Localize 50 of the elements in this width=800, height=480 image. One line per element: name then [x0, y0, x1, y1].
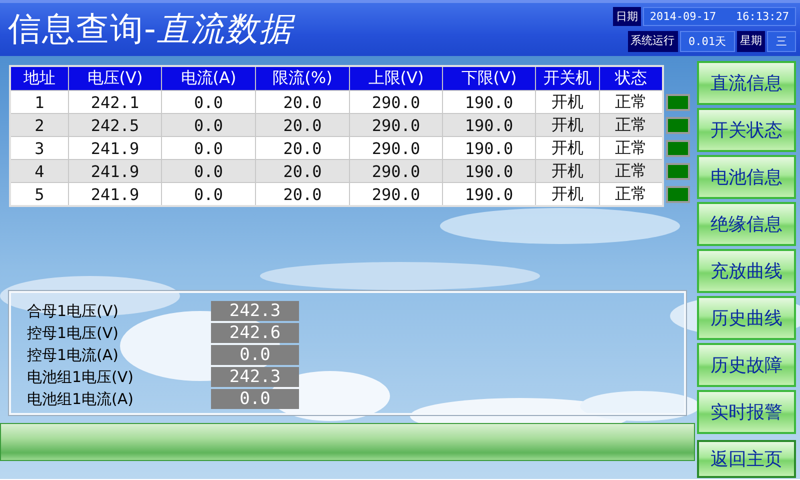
column-header: 状态 [600, 66, 663, 90]
table-cell: 开机 [536, 160, 600, 182]
nav-button[interactable]: 充放曲线 [697, 249, 796, 293]
table-cell: 190.0 [442, 114, 536, 136]
table-cell: 241.9 [68, 160, 162, 182]
table-cell: 开机 [536, 114, 600, 136]
reading-label: 控母1电压(V) [27, 324, 120, 342]
table-cell: 正常 [600, 160, 663, 182]
nav-button[interactable]: 直流信息 [697, 61, 796, 105]
column-header: 电流(A) [162, 66, 256, 90]
column-header: 下限(V) [442, 66, 536, 90]
table-cell: 0.0 [162, 114, 256, 136]
reading-label: 电池组1电流(A) [27, 390, 135, 408]
home-button[interactable]: 返回主页 [697, 440, 796, 478]
date-time-value: 2014-09-17 16:13:27 [642, 7, 796, 26]
column-header: 限流(%) [256, 66, 350, 90]
column-header: 开关机 [536, 66, 600, 90]
date-label: 日期 [612, 7, 641, 26]
table-cell: 290.0 [350, 114, 442, 136]
table-cell: 242.5 [68, 114, 162, 136]
nav-button[interactable]: 开关状态 [697, 108, 796, 152]
weekday-value: 三 [767, 31, 796, 52]
reading-value: 0.0 [211, 345, 299, 365]
table-cell: 20.0 [256, 114, 350, 136]
reading-value: 242.6 [211, 323, 299, 343]
table-cell: 4 [10, 160, 68, 182]
runtime-value: 0.01天 [680, 31, 735, 52]
nav-button[interactable]: 实时报警 [697, 390, 796, 434]
column-header: 电压(V) [68, 66, 162, 90]
runtime-label: 系统运行 [628, 31, 678, 52]
reading-label: 控母1电流(A) [27, 346, 120, 364]
table-cell: 20.0 [256, 160, 350, 182]
table-cell: 0.0 [162, 160, 256, 182]
reading-label: 电池组1电压(V) [27, 368, 135, 386]
table-cell: 正常 [600, 114, 663, 136]
reading-label: 合母1电压(V) [27, 302, 120, 320]
nav-button[interactable]: 历史故障 [697, 343, 796, 387]
column-header: 上限(V) [350, 66, 442, 90]
table-cell: 2 [10, 114, 68, 136]
nav-button[interactable]: 电池信息 [697, 155, 796, 199]
weekday-label: 星期 [737, 31, 765, 52]
table-cell: 290.0 [350, 160, 442, 182]
nav-button[interactable]: 历史曲线 [697, 296, 796, 340]
nav-button[interactable]: 绝缘信息 [697, 202, 796, 246]
reading-value: 242.3 [211, 301, 299, 321]
reading-value: 0.0 [211, 389, 299, 409]
reading-value: 242.3 [211, 367, 299, 387]
page-title: 信息查询-直流数据 [8, 7, 293, 52]
column-header: 地址 [10, 66, 68, 90]
table-cell: 190.0 [442, 160, 536, 182]
